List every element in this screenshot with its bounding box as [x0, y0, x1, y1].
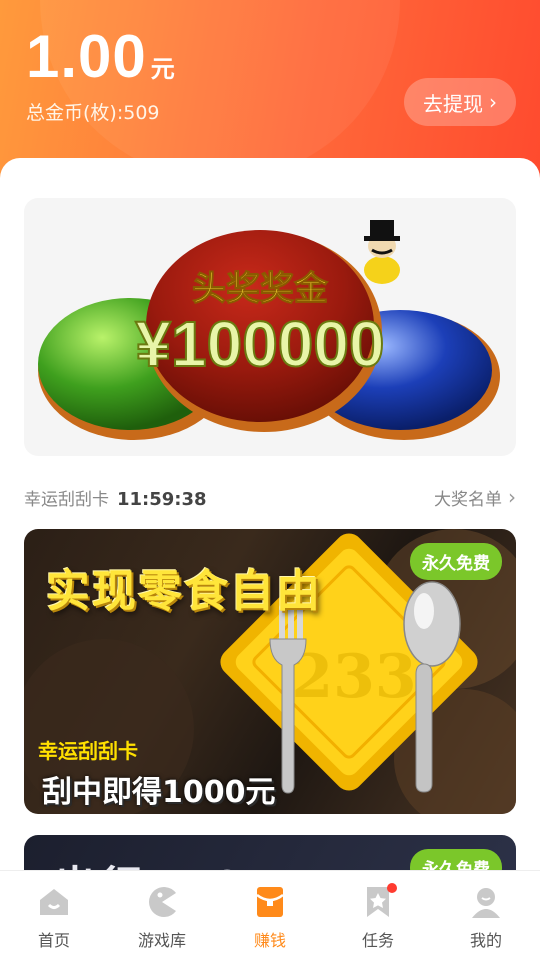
- jackpot-amount: ¥100000: [135, 308, 384, 380]
- jackpot-title: 头奖奖金: [192, 269, 329, 309]
- tab-tasks[interactable]: 任务: [324, 871, 432, 960]
- balance-amount: 1.00: [26, 23, 147, 90]
- winners-list-link[interactable]: 大奖名单 ›: [434, 485, 516, 510]
- scratch-label: 幸运刮刮卡: [24, 489, 109, 510]
- earn-panel: 头奖奖金 ¥100000 幸运刮刮卡 11:59:38 大奖名单 › 233 实…: [0, 158, 540, 870]
- winners-label: 大奖名单: [434, 489, 502, 510]
- card-subtitle: 幸运刮刮卡: [38, 739, 138, 763]
- balance: 1.00 元: [26, 22, 175, 91]
- coins-total: 总金币(枚):509: [26, 98, 160, 125]
- pacman-icon: [145, 885, 179, 919]
- scratch-card-snacks[interactable]: 233 实现零食自由 永久免费 幸运刮刮卡 刮中即得1000元: [24, 529, 516, 814]
- tab-label: 首页: [37, 931, 70, 950]
- tab-label: 赚钱: [253, 931, 286, 950]
- scratch-label-group: 幸运刮刮卡 11:59:38: [24, 485, 207, 510]
- mascot-icon: [364, 220, 400, 284]
- coins-label: 总金币(枚):: [26, 102, 124, 124]
- withdraw-button[interactable]: 去提现 ›: [404, 78, 516, 126]
- bookmark-star-icon: [361, 883, 397, 919]
- profile-icon: [469, 885, 503, 919]
- red-envelope-icon: [253, 885, 287, 919]
- jackpot-banner[interactable]: 头奖奖金 ¥100000: [24, 198, 516, 456]
- chevron-right-icon: ›: [489, 90, 497, 114]
- card-title: 出行250: [54, 853, 246, 870]
- scratch-info-row: 幸运刮刮卡 11:59:38 大奖名单 ›: [24, 484, 516, 510]
- home-icon: [37, 885, 71, 919]
- coins-value: 509: [123, 102, 160, 124]
- tab-home[interactable]: 首页: [0, 871, 108, 960]
- jackpot-illustration: 头奖奖金 ¥100000: [38, 220, 500, 440]
- tab-profile[interactable]: 我的: [432, 871, 540, 960]
- bottom-tab-bar: 首页 游戏库 赚钱 任务 我的: [0, 870, 540, 960]
- notification-dot: [387, 883, 397, 893]
- chevron-right-icon: ›: [508, 485, 516, 509]
- card-title: 实现零食自由: [46, 566, 322, 617]
- free-badge: 永久免费: [410, 543, 502, 580]
- tab-earn[interactable]: 赚钱: [216, 871, 324, 960]
- tab-label: 游戏库: [137, 931, 186, 950]
- balance-currency: 元: [150, 55, 175, 83]
- tab-label: 任务: [361, 931, 394, 950]
- tab-game-library[interactable]: 游戏库: [108, 871, 216, 960]
- withdraw-label: 去提现: [423, 91, 483, 116]
- scratch-card-travel[interactable]: 出行250 永久免费: [24, 835, 516, 870]
- card-watermark: 233: [291, 642, 416, 712]
- tab-label: 我的: [469, 931, 502, 950]
- countdown-timer: 11:59:38: [117, 488, 207, 510]
- free-badge: 永久免费: [410, 849, 502, 870]
- card-prize-text: 刮中即得1000元: [42, 775, 276, 810]
